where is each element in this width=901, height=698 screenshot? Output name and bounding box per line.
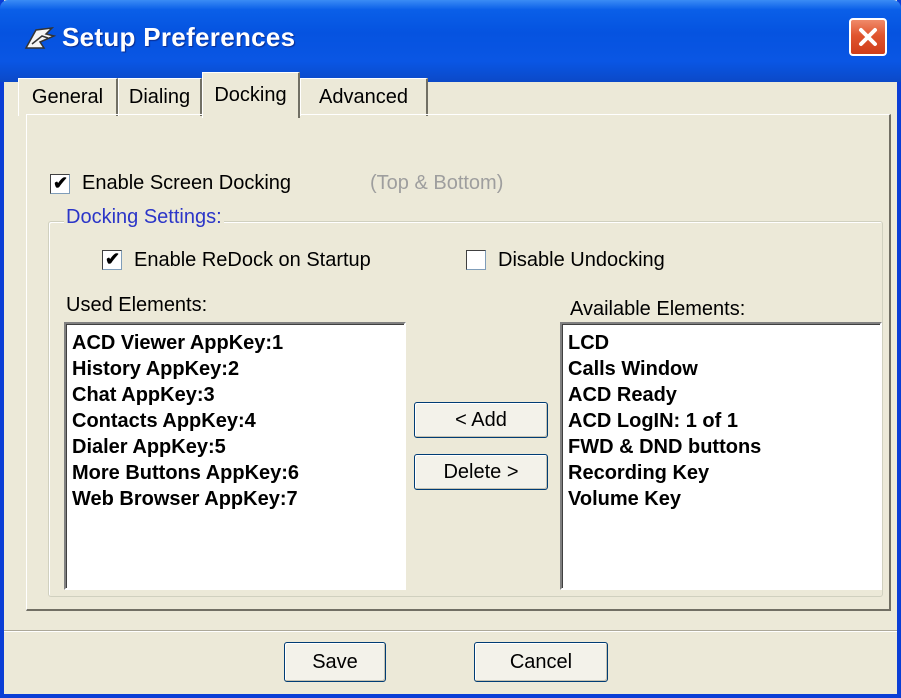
list-item[interactable]: Chat AppKey:3 (72, 382, 404, 408)
tab-dialing[interactable]: Dialing (118, 78, 202, 116)
enable-screen-docking-checkbox[interactable]: ✔ (50, 173, 70, 194)
list-item[interactable]: ACD LogIN: 1 of 1 (568, 408, 880, 434)
list-item[interactable]: History AppKey:2 (72, 356, 404, 382)
close-button[interactable] (849, 18, 887, 56)
save-button[interactable]: Save (284, 642, 386, 682)
tab-label: General (31, 86, 104, 108)
tab-general[interactable]: General (18, 78, 118, 116)
list-item[interactable]: ACD Ready (568, 382, 880, 408)
list-item[interactable]: Dialer AppKey:5 (72, 434, 404, 460)
footer-separator (4, 630, 897, 632)
list-item[interactable]: Volume Key (568, 486, 880, 512)
app-icon (24, 26, 57, 49)
add-button[interactable]: < Add (414, 402, 548, 438)
tab-docking[interactable]: Docking (202, 72, 300, 118)
enable-redock-label[interactable]: Enable ReDock on Startup (134, 249, 371, 272)
tab-label: Advanced (319, 86, 408, 108)
available-elements-label: Available Elements: (570, 298, 746, 320)
cancel-button[interactable]: Cancel (474, 642, 608, 682)
checkmark-icon: ✔ (53, 173, 69, 193)
title-bar[interactable]: Setup Preferences (0, 0, 901, 82)
disable-undocking-label[interactable]: Disable Undocking (498, 249, 665, 272)
close-icon (859, 28, 877, 46)
tab-advanced[interactable]: Advanced (300, 78, 428, 116)
enable-redock-checkbox[interactable]: ✔ (102, 249, 122, 270)
checkmark-icon: ✔ (105, 249, 121, 269)
list-item[interactable]: Recording Key (568, 460, 880, 486)
list-item[interactable]: More Buttons AppKey:6 (72, 460, 404, 486)
setup-preferences-window: Setup Preferences General Dialing Dockin… (0, 0, 901, 698)
list-item[interactable]: Calls Window (568, 356, 880, 382)
tab-label: Docking (214, 84, 287, 106)
delete-button[interactable]: Delete > (414, 454, 548, 490)
list-item[interactable]: Web Browser AppKey:7 (72, 486, 404, 512)
tab-label: Dialing (128, 86, 191, 108)
docking-hint: (Top & Bottom) (370, 172, 504, 194)
list-item[interactable]: ACD Viewer AppKey:1 (72, 330, 404, 356)
list-item[interactable]: LCD (568, 330, 880, 356)
available-elements-list[interactable]: LCD Calls Window ACD Ready ACD LogIN: 1 of … (560, 322, 882, 590)
list-item[interactable]: FWD & DND buttons (568, 434, 880, 460)
disable-undocking-checkbox[interactable] (466, 250, 486, 270)
docking-settings-title: Docking Settings: (64, 206, 224, 229)
list-item[interactable]: Contacts AppKey:4 (72, 408, 404, 434)
used-elements-label: Used Elements: (66, 294, 208, 316)
window-title: Setup Preferences (62, 22, 296, 52)
used-elements-list[interactable]: ACD Viewer AppKey:1 History AppKey:2 Chat … (64, 322, 406, 590)
enable-screen-docking-label[interactable]: Enable Screen Docking (82, 172, 291, 195)
